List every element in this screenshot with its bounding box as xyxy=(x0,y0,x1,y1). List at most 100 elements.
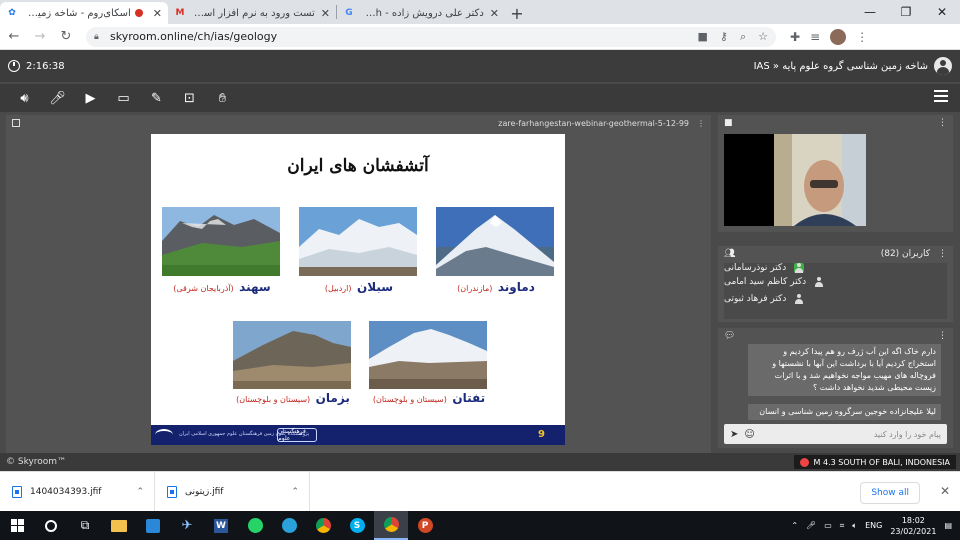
search-icon[interactable] xyxy=(34,511,68,540)
user-name: دکتر فرهاد ثبوتی xyxy=(724,293,787,304)
chat-panel: 💬︎ ⋮ دارم خاک اگه این آب ژرف رو هم پیدا … xyxy=(718,328,953,448)
send-icon[interactable]: ➤ xyxy=(730,429,738,440)
reload-icon[interactable]: ↻ xyxy=(54,25,78,49)
tray-chevron-icon[interactable]: ⌃ xyxy=(791,521,798,530)
tab-skyroom[interactable]: ✿ اسکای‌روم - شاخه زمین شناسی ✕ xyxy=(0,2,168,24)
bird-app-icon[interactable]: ✈ xyxy=(170,511,204,540)
minimize-icon[interactable]: — xyxy=(852,0,888,24)
battery-icon[interactable]: ▭ xyxy=(824,521,832,530)
key-icon[interactable]: ⚷ xyxy=(720,30,728,44)
volcano-province: (آذربایجان شرقی) xyxy=(173,284,234,293)
timer-text: 2:16:38 xyxy=(26,60,65,72)
close-tab-icon[interactable]: ✕ xyxy=(153,7,162,20)
tab-google-search[interactable]: G دکتر علی درویش زاده - Google Search ✕ xyxy=(337,2,505,24)
volcano-province: (سیستان و بلوچستان) xyxy=(236,395,311,404)
chevron-up-icon[interactable]: ⌃ xyxy=(136,487,144,497)
chat-panel-header: 💬︎ ⋮ xyxy=(718,328,953,344)
system-tray: ⌃ 🎤︎ ▭ ⌗ 🔈︎ ENG 18:02 23/02/2021 ▤ xyxy=(791,511,960,540)
speaker-video xyxy=(724,134,866,226)
forward-icon[interactable]: → xyxy=(28,25,52,49)
task-view-icon[interactable]: ⧉ xyxy=(68,511,102,540)
tab-title: دکتر علی درویش زاده - Google Search xyxy=(361,7,484,19)
presentation-file-name: zare-farhangestan-webinar-geothermal-5-1… xyxy=(498,118,689,128)
presentation-panel-header: zare-farhangestan-webinar-geothermal-5-1… xyxy=(6,115,711,131)
close-downloads-icon[interactable]: ✕ xyxy=(940,484,950,498)
download-item[interactable]: زیتونی.jfif ⌃ xyxy=(155,471,310,512)
taftan-caption: تفتان (سیستان و بلوچستان) xyxy=(369,391,487,405)
room-header: 2:16:38 IAS » شاخه زمین شناسی گروه علوم … xyxy=(0,50,960,82)
language-indicator[interactable]: ENG xyxy=(865,521,882,530)
news-ticker[interactable]: M 4.3 SOUTH OF BALI, INDONESIA xyxy=(793,455,956,469)
powerpoint-icon[interactable]: P xyxy=(408,511,442,540)
image-file-icon xyxy=(167,485,177,498)
hamburger-menu-icon[interactable] xyxy=(934,90,948,102)
user-name: دکتر کاظم سید امامی xyxy=(724,276,807,287)
speaker-icon[interactable]: 🔊︎ xyxy=(8,86,41,110)
tab-skyroom-test[interactable]: M تست ورود به نرم افزار اسکای روم - ✕ xyxy=(168,2,336,24)
screen-share-icon[interactable]: ▭ xyxy=(107,86,140,110)
back-icon[interactable]: ← xyxy=(2,25,26,49)
chat-input[interactable]: ➤ ☺ پیام خود را وارد کنید xyxy=(724,424,947,444)
bookmark-star-icon[interactable]: ☆ xyxy=(758,30,768,44)
chevron-up-icon[interactable]: ⌃ xyxy=(291,487,299,497)
mic-tray-icon[interactable]: 🎤︎ xyxy=(806,521,816,530)
show-all-button[interactable]: Show all xyxy=(860,482,920,504)
app-icon[interactable] xyxy=(136,511,170,540)
file-explorer-icon[interactable] xyxy=(102,511,136,540)
sabalan-image xyxy=(299,207,417,276)
volume-icon[interactable]: 🔈︎ xyxy=(852,521,857,531)
chrome-icon[interactable] xyxy=(306,511,340,540)
extensions-icon[interactable]: ✚ xyxy=(790,30,800,44)
address-bar: ← → ↻ 🔒︎ skyroom.online/ch/ias/geology ■… xyxy=(0,24,960,50)
camera-icon[interactable]: ■ xyxy=(697,30,707,44)
panel-menu-icon[interactable]: ⋮ xyxy=(697,119,705,128)
windows-start-icon[interactable] xyxy=(0,511,34,540)
reading-list-icon[interactable]: ≡ xyxy=(810,30,820,44)
volcano-province: (مازندران) xyxy=(457,284,493,293)
taskbar-clock[interactable]: 18:02 23/02/2021 xyxy=(890,515,936,537)
chat-message: دارم خاک اگه این آب ژرف رو هم پیدا کردیم… xyxy=(748,344,941,396)
panel-menu-icon[interactable]: ⋮ xyxy=(938,331,947,341)
downloads-bar: 1404034393.jfif ⌃ زیتونی.jfif ⌃ Show all… xyxy=(0,471,960,512)
media-icon[interactable]: ⊡ xyxy=(173,86,206,110)
raise-hand-icon[interactable]: ✋︎ xyxy=(206,86,239,110)
panel-menu-icon[interactable]: ⋮ xyxy=(938,249,947,259)
user-row[interactable]: دکتر فرهاد ثبوتی xyxy=(724,290,947,307)
menu-dots-icon[interactable]: ⋮ xyxy=(856,30,868,44)
telegram-icon[interactable] xyxy=(272,511,306,540)
emoji-icon[interactable]: ☺ xyxy=(744,429,754,440)
notifications-icon[interactable]: ▤ xyxy=(944,521,952,530)
skype-icon[interactable]: S xyxy=(340,511,374,540)
chrome-active-icon[interactable] xyxy=(374,511,408,540)
expand-icon[interactable] xyxy=(12,119,20,127)
clock-date: 23/02/2021 xyxy=(890,526,937,536)
url-input[interactable]: 🔒︎ skyroom.online/ch/ias/geology ■ ⚷ ⌕ ☆ xyxy=(86,26,776,47)
restore-icon[interactable]: ❐ xyxy=(888,0,924,24)
profile-avatar[interactable] xyxy=(830,28,847,45)
user-icon xyxy=(794,293,804,304)
new-tab-button[interactable]: + xyxy=(505,2,529,24)
chat-message: لیلا علیجانزاده خوجین سرگروه زمین شناسی … xyxy=(748,404,941,420)
network-icon[interactable]: ⌗ xyxy=(840,521,845,531)
session-timer: 2:16:38 xyxy=(8,60,65,72)
sahand-image xyxy=(162,207,280,276)
whatsapp-icon[interactable] xyxy=(238,511,272,540)
word-icon[interactable]: W xyxy=(204,511,238,540)
bazman-image xyxy=(233,321,351,389)
user-row[interactable]: دکتر کاظم سید امامی xyxy=(724,273,947,290)
volcano-name: سبلان xyxy=(357,280,394,294)
camera-icon[interactable]: ▶ xyxy=(74,86,107,110)
video-panel-header: ■ ⋮ xyxy=(718,115,953,131)
user-row[interactable]: دکتر نوذرسامانی xyxy=(724,263,947,273)
close-tab-icon[interactable]: ✕ xyxy=(490,7,499,20)
close-tab-icon[interactable]: ✕ xyxy=(321,7,330,20)
close-window-icon[interactable]: ✕ xyxy=(924,0,960,24)
brush-icon[interactable]: ✎ xyxy=(140,86,173,110)
lock-icon: 🔒︎ xyxy=(94,31,99,42)
download-item[interactable]: 1404034393.jfif ⌃ xyxy=(0,471,155,512)
video-panel: ■ ⋮ xyxy=(718,115,953,232)
zoom-icon[interactable]: ⌕ xyxy=(740,30,746,44)
microphone-icon[interactable]: 🎤︎ xyxy=(41,86,74,110)
panel-menu-icon[interactable]: ⋮ xyxy=(938,118,947,128)
user-account-icon[interactable] xyxy=(934,57,952,75)
